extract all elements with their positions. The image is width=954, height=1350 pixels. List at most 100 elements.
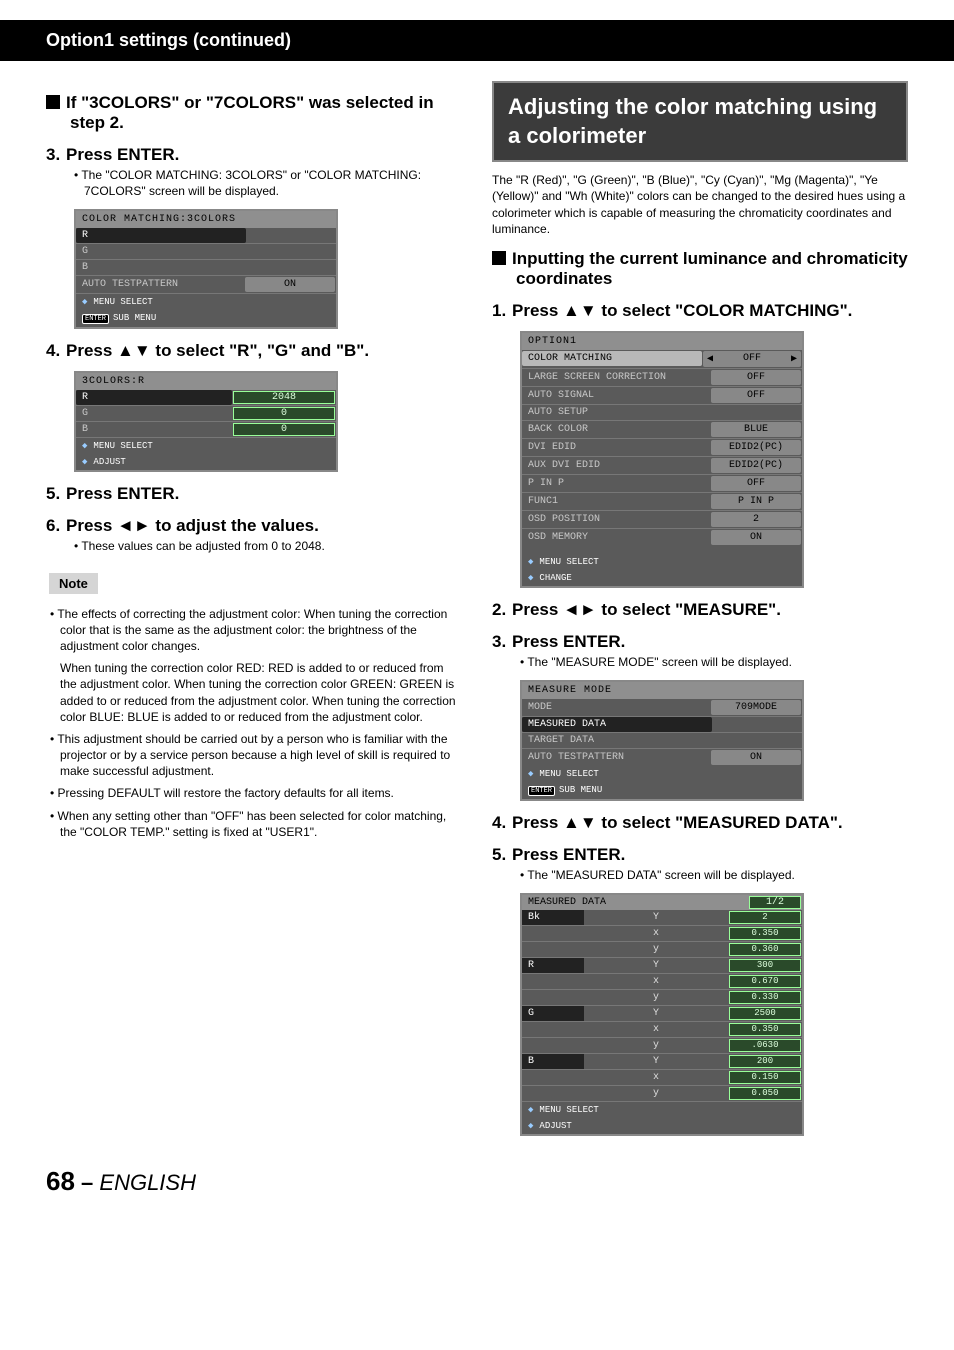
- osd-title: OPTION1: [522, 333, 802, 350]
- osd-data-row: y0.360: [522, 942, 802, 958]
- osd-row: DVI EDIDEDID2(PC): [522, 439, 802, 457]
- diamond-icon: ◆: [82, 297, 87, 307]
- step-6-note: These values can be adjusted from 0 to 2…: [46, 538, 462, 554]
- osd-footer: ◆CHANGE: [522, 570, 802, 586]
- subsection-input-luminance: Inputting the current luminance and chro…: [492, 249, 908, 289]
- diamond-icon: ◆: [528, 573, 533, 583]
- osd-row-r: R: [76, 390, 232, 405]
- step-3-note: The "COLOR MATCHING: 3COLORS" or "COLOR …: [46, 167, 462, 199]
- osd-footer: ◆MENU SELECT: [522, 766, 802, 782]
- r-step-2: 2.Press ◄► to select "MEASURE".: [492, 600, 908, 620]
- step-3: 3.Press ENTER.: [46, 145, 462, 165]
- osd-row: COLOR MATCHING◀ OFF ▶: [522, 350, 802, 369]
- osd-color-matching-3colors: COLOR MATCHING:3COLORS R G B AUTO TESTPA…: [74, 209, 338, 329]
- osd-row: LARGE SCREEN CORRECTIONOFF: [522, 369, 802, 387]
- osd-title: COLOR MATCHING:3COLORS: [76, 211, 336, 228]
- step-label: Press ENTER.: [66, 484, 179, 503]
- page-language: ENGLISH: [99, 1170, 196, 1195]
- osd-row-g: G: [76, 406, 232, 421]
- osd-data-row: x0.150: [522, 1070, 802, 1086]
- osd-title: 3COLORS:R: [76, 373, 336, 390]
- osd-row: MODE709MODE: [522, 699, 802, 717]
- page-footer: 68 – ENGLISH: [0, 1146, 954, 1217]
- content-columns: If "3COLORS" or "7COLORS" was selected i…: [0, 81, 954, 1146]
- osd-footer: ◆MENU SELECT: [522, 1102, 802, 1118]
- osd-row-auto-testpattern: AUTO TESTPATTERN: [76, 277, 244, 292]
- osd-data-row: x0.350: [522, 926, 802, 942]
- osd-row: AUX DVI EDIDEDID2(PC): [522, 457, 802, 475]
- osd-data-row: y0.330: [522, 990, 802, 1006]
- osd-footer: ◆ADJUST: [522, 1118, 802, 1134]
- square-bullet-icon: [46, 95, 60, 109]
- section-header: Option1 settings (continued): [0, 20, 954, 61]
- osd-3colors-r: 3COLORS:R R2048 G0 B0 ◆MENU SELECT ◆ADJU…: [74, 371, 338, 472]
- r-step-5: 5.Press ENTER.: [492, 845, 908, 865]
- square-bullet-icon: [492, 251, 506, 265]
- osd-footer: ENTERSUB MENU: [76, 310, 336, 327]
- diamond-icon: ◆: [528, 769, 533, 779]
- osd-data-row: BkY2: [522, 910, 802, 926]
- osd-data-row: y.0630: [522, 1038, 802, 1054]
- diamond-icon: ◆: [528, 1121, 533, 1131]
- osd-footer: ◆MENU SELECT: [76, 438, 336, 454]
- note-item-continuation: When tuning the correction color RED: RE…: [46, 660, 462, 725]
- page-number: 68: [46, 1166, 75, 1196]
- feature-title: Adjusting the color matching using a col…: [492, 81, 908, 162]
- note-item: When any setting other than "OFF" has be…: [46, 808, 462, 840]
- section-title: Option1 settings (continued): [46, 30, 908, 51]
- osd-footer: ENTERSUB MENU: [522, 782, 802, 799]
- osd-row: OSD POSITION2: [522, 511, 802, 529]
- r-step-1: 1.Press ▲▼ to select "COLOR MATCHING".: [492, 301, 908, 321]
- r-step-4: 4.Press ▲▼ to select "MEASURED DATA".: [492, 813, 908, 833]
- step-label: Press ◄► to select "MEASURE".: [512, 600, 781, 619]
- enter-icon: ENTER: [528, 786, 555, 796]
- osd-measure-mode: MEASURE MODE MODE709MODEMEASURED DATATAR…: [520, 680, 804, 801]
- step-5: 5.Press ENTER.: [46, 484, 462, 504]
- osd-measured-data: MEASURED DATA 1/2 BkY2x0.350y0.360RY300x…: [520, 893, 804, 1136]
- step-label: Press ▲▼ to select "R", "G" and "B".: [66, 341, 369, 360]
- step-label: Press ◄► to adjust the values.: [66, 516, 319, 535]
- diamond-icon: ◆: [528, 557, 533, 567]
- intro-paragraph: The "R (Red)", "G (Green)", "B (Blue)", …: [492, 172, 908, 237]
- osd-title: MEASURE MODE: [522, 682, 802, 699]
- step-4: 4.Press ▲▼ to select "R", "G" and "B".: [46, 341, 462, 361]
- step-label: Press ENTER.: [512, 632, 625, 651]
- diamond-icon: ◆: [82, 441, 87, 451]
- right-column: Adjusting the color matching using a col…: [492, 81, 908, 1146]
- step-label: Press ▲▼ to select "MEASURED DATA".: [512, 813, 843, 832]
- step-label: Press ENTER.: [66, 145, 179, 164]
- osd-footer: ◆MENU SELECT: [76, 294, 336, 310]
- osd-row: FUNC1P IN P: [522, 493, 802, 511]
- osd-row-b: B: [76, 422, 232, 437]
- note-item: This adjustment should be carried out by…: [46, 731, 462, 780]
- osd-row-r: R: [76, 228, 246, 243]
- subsection-3colors: If "3COLORS" or "7COLORS" was selected i…: [46, 93, 462, 133]
- step-label: Press ENTER.: [512, 845, 625, 864]
- r-step-3: 3.Press ENTER.: [492, 632, 908, 652]
- osd-row: AUTO SIGNALOFF: [522, 387, 802, 405]
- osd-page-indicator: 1/2: [749, 896, 801, 909]
- step-note: The "MEASURE MODE" screen will be displa…: [492, 654, 908, 670]
- osd-data-row: x0.350: [522, 1022, 802, 1038]
- note-item: The effects of correcting the adjustment…: [46, 606, 462, 655]
- enter-icon: ENTER: [82, 314, 109, 324]
- osd-row-b: B: [76, 260, 246, 275]
- osd-option1: OPTION1 COLOR MATCHING◀ OFF ▶LARGE SCREE…: [520, 331, 804, 588]
- osd-row: TARGET DATA: [522, 733, 802, 749]
- step-6: 6.Press ◄► to adjust the values.: [46, 516, 462, 536]
- step-note: The "MEASURED DATA" screen will be displ…: [492, 867, 908, 883]
- osd-footer: ◆ADJUST: [76, 454, 336, 470]
- osd-data-row: x0.670: [522, 974, 802, 990]
- subsection-title: Inputting the current luminance and chro…: [512, 249, 908, 288]
- subsection-title: If "3COLORS" or "7COLORS" was selected i…: [66, 93, 434, 132]
- osd-row: AUTO TESTPATTERNON: [522, 749, 802, 766]
- osd-data-row: GY2500: [522, 1006, 802, 1022]
- osd-data-row: BY200: [522, 1054, 802, 1070]
- osd-row: P IN POFF: [522, 475, 802, 493]
- left-column: If "3COLORS" or "7COLORS" was selected i…: [46, 81, 462, 1146]
- diamond-icon: ◆: [528, 1105, 533, 1115]
- osd-footer: ◆MENU SELECT: [522, 554, 802, 570]
- osd-row-g: G: [76, 244, 246, 259]
- osd-row: MEASURED DATA: [522, 717, 802, 733]
- osd-title-row: MEASURED DATA 1/2: [522, 895, 802, 910]
